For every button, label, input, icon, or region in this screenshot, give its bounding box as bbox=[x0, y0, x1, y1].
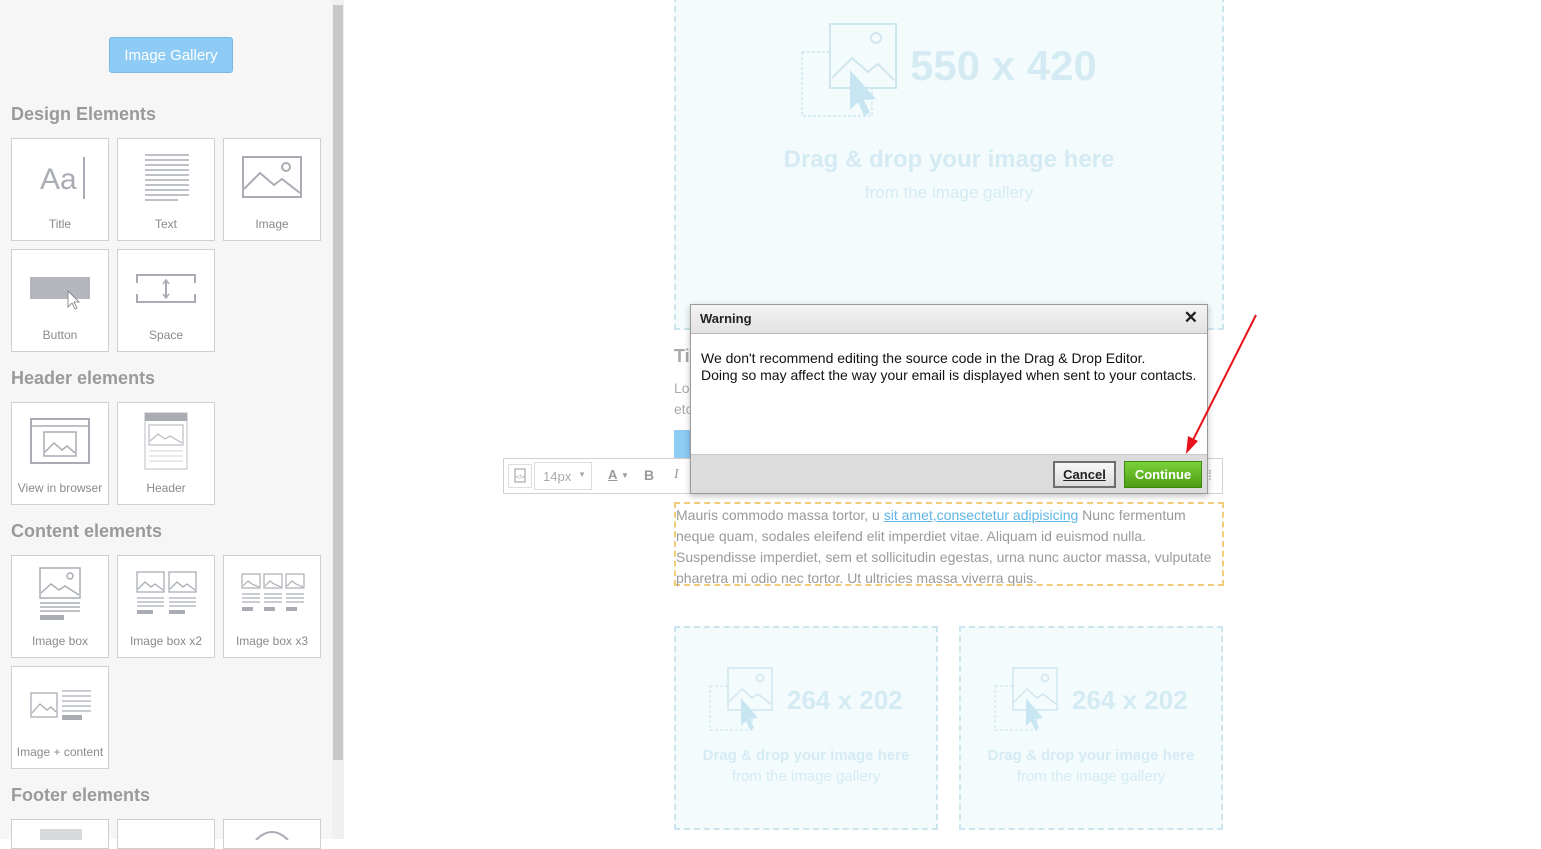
tile-label: View in browser bbox=[17, 481, 103, 495]
tile-title[interactable]: Aa Title bbox=[11, 138, 109, 241]
chevron-down-icon[interactable]: ▼ bbox=[621, 471, 629, 480]
image-placeholder-right[interactable]: 264 x 202 Drag & drop your image here fr… bbox=[959, 626, 1223, 830]
drag-drop-text: Drag & drop your image here bbox=[987, 747, 1195, 764]
chevron-down-icon: ▼ bbox=[578, 470, 586, 479]
text-lines-icon bbox=[145, 154, 189, 201]
tile-label: Image box x3 bbox=[235, 634, 309, 648]
cancel-button[interactable]: Cancel bbox=[1053, 461, 1116, 488]
dialog-title: Warning bbox=[700, 311, 752, 326]
tile-image-content[interactable]: Image + content bbox=[11, 666, 109, 769]
tile-footer-3[interactable] bbox=[223, 819, 321, 849]
tile-label: Image bbox=[255, 217, 289, 231]
section-title-footer: Footer elements bbox=[11, 785, 151, 805]
image-drop-icon bbox=[709, 667, 773, 731]
dialog-message-line: We don't recommend editing the source co… bbox=[701, 350, 1146, 366]
tile-footer-1[interactable] bbox=[11, 819, 109, 849]
font-size-value: 14px bbox=[543, 469, 572, 484]
section-title-content: Content elements bbox=[11, 521, 163, 541]
content-text-line: Lo bbox=[674, 380, 690, 396]
text-link[interactable]: sit amet, bbox=[884, 507, 937, 523]
scrollbar-thumb[interactable] bbox=[333, 5, 343, 760]
tile-text[interactable]: Text bbox=[117, 138, 215, 241]
tile-label: Text bbox=[154, 217, 177, 231]
text-link[interactable]: consectetur adipisicing bbox=[937, 507, 1079, 523]
footer-layout-icon bbox=[40, 829, 82, 840]
tile-image[interactable]: Image bbox=[223, 138, 321, 241]
drag-drop-text: Drag & drop your image here bbox=[783, 146, 1115, 173]
social-circle-icon bbox=[255, 831, 289, 840]
image-content-icon bbox=[30, 690, 91, 720]
tile-image-box-x2[interactable]: Image box x2 bbox=[117, 555, 215, 658]
image-box-x2-icon bbox=[136, 571, 197, 614]
content-title: Ti bbox=[674, 346, 690, 366]
close-icon[interactable]: ✕ bbox=[1184, 308, 1198, 328]
tile-label: Image box bbox=[31, 634, 89, 648]
image-icon bbox=[242, 156, 302, 198]
more-options-icon[interactable]: ⁞ bbox=[1208, 467, 1212, 483]
dialog-footer: Cancel Continue bbox=[691, 454, 1207, 493]
dialog-message-line: Doing so may affect the way your email i… bbox=[701, 367, 1197, 383]
tile-label: Header bbox=[146, 481, 186, 495]
font-size-select[interactable]: 14px ▼ bbox=[534, 462, 592, 490]
source-code-button[interactable]: </> bbox=[508, 464, 532, 488]
tile-space[interactable]: Space bbox=[117, 249, 215, 352]
placeholder-dimensions: 264 x 202 bbox=[787, 685, 903, 715]
tile-header[interactable]: Header bbox=[117, 402, 215, 505]
dialog-message: We don't recommend editing the source co… bbox=[701, 350, 1199, 384]
italic-icon[interactable]: I bbox=[674, 467, 679, 483]
title-icon: Aa bbox=[40, 157, 85, 199]
source-code-icon: </> bbox=[514, 468, 526, 483]
svg-text:</>: </> bbox=[516, 475, 525, 481]
hero-image-placeholder[interactable]: 550 x 420 Drag & drop your image here fr… bbox=[674, 0, 1224, 330]
placeholder-dimensions: 550 x 420 bbox=[910, 42, 1097, 89]
dialog-header: Warning ✕ bbox=[691, 305, 1207, 334]
sidebar-scrollbar[interactable] bbox=[332, 0, 344, 839]
tile-label: Title bbox=[48, 217, 72, 231]
placeholder-dimensions: 264 x 202 bbox=[1072, 685, 1188, 715]
tile-label: Image box x2 bbox=[129, 634, 203, 648]
tile-label: Button bbox=[42, 328, 78, 342]
bold-icon[interactable]: B bbox=[644, 467, 654, 483]
image-box-icon bbox=[39, 567, 81, 620]
tile-footer-2[interactable] bbox=[117, 819, 215, 849]
continue-button[interactable]: Continue bbox=[1124, 461, 1202, 488]
tile-button[interactable]: Button bbox=[11, 249, 109, 352]
image-placeholder-left[interactable]: 264 x 202 Drag & drop your image here fr… bbox=[674, 626, 938, 830]
text-block-before-link: Mauris commodo massa tortor, u bbox=[676, 507, 884, 523]
tile-image-box-x3[interactable]: Image box x3 bbox=[223, 555, 321, 658]
tile-view-in-browser[interactable]: View in browser bbox=[11, 402, 109, 505]
image-drop-icon bbox=[994, 667, 1058, 731]
header-layout-icon bbox=[144, 412, 188, 470]
section-title-header: Header elements bbox=[11, 368, 156, 388]
tile-image-box[interactable]: Image box bbox=[11, 555, 109, 658]
tile-label: Space bbox=[148, 328, 184, 342]
from-gallery-text: from the image gallery bbox=[731, 768, 881, 785]
section-title-design: Design Elements bbox=[11, 104, 157, 124]
svg-text:Aa: Aa bbox=[40, 163, 77, 196]
image-box-x3-icon bbox=[241, 573, 305, 611]
selected-text-block[interactable]: Mauris commodo massa tortor, u sit amet,… bbox=[674, 502, 1224, 586]
elements-sidebar: Image Gallery Design Elements Aa Title T… bbox=[0, 0, 333, 849]
drag-drop-text: Drag & drop your image here bbox=[702, 747, 910, 764]
image-gallery-button[interactable]: Image Gallery bbox=[109, 37, 233, 73]
warning-dialog: Warning ✕ We don't recommend editing the… bbox=[690, 304, 1208, 494]
image-drop-icon bbox=[801, 23, 897, 117]
space-icon bbox=[136, 274, 196, 303]
tile-label: Image + content bbox=[16, 745, 104, 759]
browser-window-icon bbox=[30, 418, 90, 464]
from-gallery-text: from the image gallery bbox=[864, 183, 1034, 202]
button-icon bbox=[30, 277, 90, 310]
from-gallery-text: from the image gallery bbox=[1016, 768, 1166, 785]
text-color-icon[interactable]: A bbox=[608, 467, 617, 482]
